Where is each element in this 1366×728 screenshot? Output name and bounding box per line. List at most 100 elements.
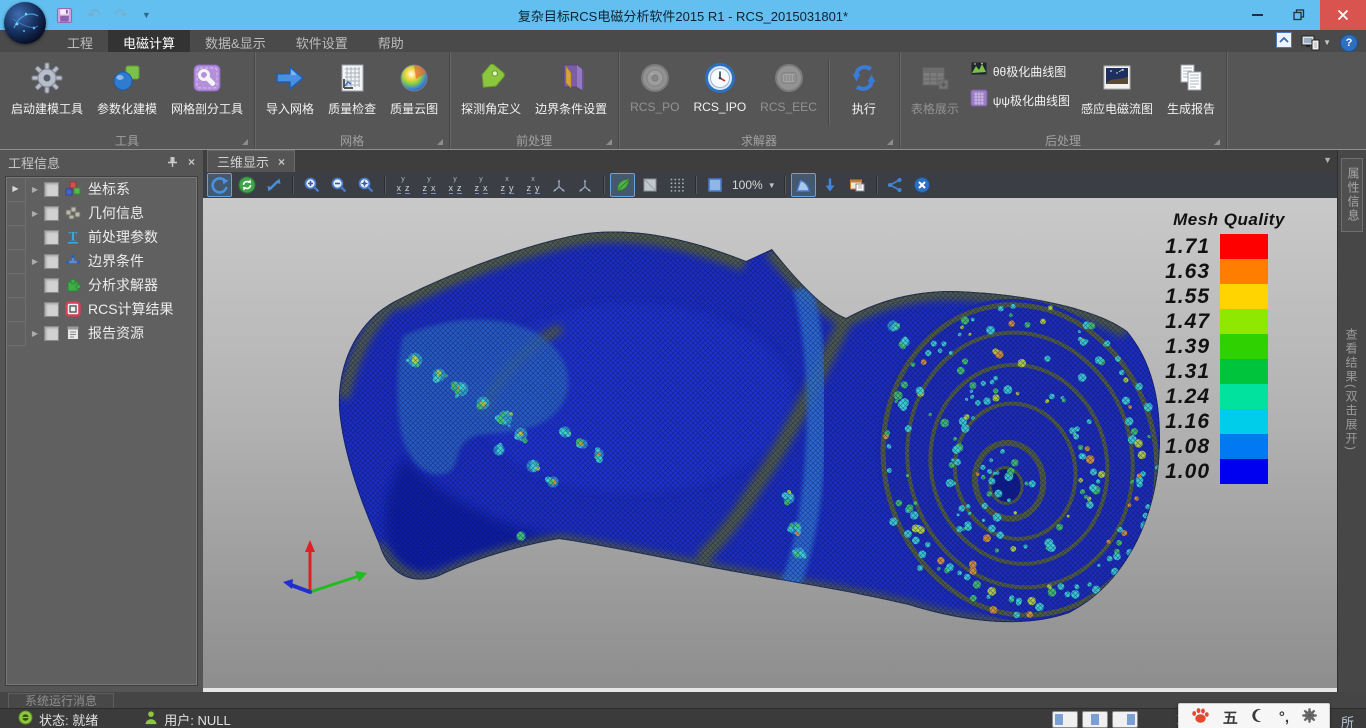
tab-list-dropdown-icon[interactable]: ▼ — [1323, 155, 1332, 165]
viewport-3d[interactable]: Mesh Quality 1.711.631.551.471.391.311.2… — [203, 198, 1338, 692]
view-orientation-5[interactable]: xzy — [495, 175, 519, 196]
share-flow-icon[interactable] — [883, 173, 908, 197]
menu-tab-4[interactable]: 软件设置 — [281, 30, 363, 52]
item-checkbox[interactable] — [44, 302, 59, 317]
tree-item-1[interactable]: ▶▶坐标系 — [6, 177, 197, 201]
close-circle-icon[interactable] — [910, 173, 935, 197]
expand-arrow-icon[interactable]: ▶ — [26, 209, 44, 218]
view-orientation-4[interactable]: yzx — [469, 175, 493, 196]
shade-leaf-icon[interactable] — [610, 173, 635, 197]
ime-settings-gear-icon[interactable] — [1302, 708, 1317, 726]
zoom-select-icon[interactable] — [702, 173, 727, 197]
ribbon-button--极化曲线图[interactable]: ψψ极化曲线图 — [970, 89, 1070, 112]
ime-mode-label[interactable]: 五 — [1223, 707, 1238, 728]
minimize-button[interactable] — [1236, 0, 1278, 30]
expand-arrow-icon[interactable]: ▶ — [26, 185, 44, 194]
ribbon-button-执行[interactable]: 执行 — [833, 54, 895, 119]
menu-tab-2[interactable]: 电磁计算 — [108, 30, 190, 52]
row-selector[interactable]: ▶ — [6, 177, 26, 202]
group-expand-icon[interactable] — [887, 139, 893, 145]
view-orientation-2[interactable]: yzx — [417, 175, 441, 196]
layout-right-button[interactable] — [1112, 711, 1138, 728]
view-orientation-6[interactable]: xzy — [521, 175, 545, 196]
row-selector[interactable] — [6, 297, 26, 322]
menu-tab-1[interactable]: 工程 — [52, 30, 108, 52]
ime-halfwidth-moon-icon[interactable] — [1251, 708, 1266, 726]
ime-toolbar[interactable]: 五 °, — [1178, 703, 1330, 728]
layout-left-button[interactable] — [1052, 711, 1078, 728]
app-logo-icon[interactable] — [4, 2, 46, 44]
view-orientation-3[interactable]: yxz — [443, 175, 467, 196]
group-expand-icon[interactable] — [606, 139, 612, 145]
item-checkbox[interactable] — [44, 326, 59, 341]
expand-arrow-icon[interactable]: ▶ — [26, 257, 44, 266]
item-checkbox[interactable] — [44, 254, 59, 269]
ribbon-button--极化曲线图[interactable]: θθ极化曲线图 — [970, 60, 1070, 83]
row-selector[interactable] — [6, 273, 26, 298]
view-orientation-7[interactable] — [547, 175, 571, 196]
ribbon-button-rcs-ipo[interactable]: RCS_IPO — [686, 54, 753, 116]
view-results-label[interactable]: 查看结果(双击展开) — [1343, 328, 1360, 452]
tree-item-4[interactable]: ▶边界条件 — [6, 249, 197, 273]
group-expand-icon[interactable] — [1214, 139, 1220, 145]
zoom-in-icon[interactable] — [299, 173, 324, 197]
row-selector[interactable] — [6, 201, 26, 226]
ribbon-button-参数化建模[interactable]: 参数化建模 — [90, 54, 164, 119]
ribbon-button-启动建模工具[interactable]: 启动建模工具 — [4, 54, 90, 119]
layout-center-button[interactable] — [1082, 711, 1108, 728]
tree-item-2[interactable]: ▶几何信息 — [6, 201, 197, 225]
tree-item-6[interactable]: RCS计算结果 — [6, 297, 197, 321]
row-selector[interactable] — [6, 225, 26, 250]
tree-item-5[interactable]: 分析求解器 — [6, 273, 197, 297]
tab-property-info[interactable]: 属性信息 — [1341, 158, 1363, 232]
ribbon-button-质量云图[interactable]: 质量云图 — [383, 54, 445, 119]
ribbon-button-感应电磁流图[interactable]: 感应电磁流图 — [1074, 54, 1160, 119]
arrow-down-icon[interactable] — [818, 173, 843, 197]
zoom-out-icon[interactable] — [326, 173, 351, 197]
rotate-tool-icon[interactable] — [207, 173, 232, 197]
zoom-level-value[interactable]: 100% — [732, 178, 763, 192]
item-checkbox[interactable] — [44, 206, 59, 221]
item-checkbox[interactable] — [44, 278, 59, 293]
menu-tab-3[interactable]: 数据&显示 — [190, 30, 281, 52]
shade-flat-icon[interactable] — [637, 173, 662, 197]
ribbon-button-表格展示[interactable]: 表格展示 — [904, 54, 966, 119]
view-orientation-1[interactable]: yxz — [391, 175, 415, 196]
collapse-ribbon-icon[interactable] — [1276, 32, 1292, 53]
display-config-icon[interactable]: ▼ — [1301, 35, 1331, 51]
item-checkbox[interactable] — [44, 230, 59, 245]
view-orientation-8[interactable] — [573, 175, 597, 196]
panel-close-icon[interactable]: × — [188, 155, 195, 169]
pin-icon[interactable] — [167, 156, 178, 168]
group-expand-icon[interactable] — [437, 139, 443, 145]
ribbon-button-生成报告[interactable]: 生成报告 — [1160, 54, 1222, 119]
ime-baidu-paw-icon[interactable] — [1191, 707, 1210, 727]
ribbon-button-导入网格[interactable]: 导入网格 — [259, 54, 321, 119]
ribbon-button-探测角定义[interactable]: 探测角定义 — [454, 54, 528, 119]
restore-button[interactable] — [1278, 0, 1320, 30]
ribbon-button-质量检查[interactable]: 质量检查 — [321, 54, 383, 119]
sync-icon[interactable] — [234, 173, 259, 197]
item-checkbox[interactable] — [44, 182, 59, 197]
ribbon-button-网格剖分工具[interactable]: 网格剖分工具 — [164, 54, 250, 119]
menu-tab-5[interactable]: 帮助 — [363, 30, 419, 52]
group-expand-icon[interactable] — [242, 139, 248, 145]
row-selector[interactable] — [6, 321, 26, 346]
ime-punctuation-label[interactable]: °, — [1279, 709, 1289, 726]
zoom-fit-icon[interactable] — [353, 173, 378, 197]
close-button[interactable] — [1320, 0, 1366, 30]
zoom-dropdown-icon[interactable]: ▼ — [768, 181, 776, 190]
ribbon-button-rcs-po[interactable]: RCS_PO — [623, 54, 686, 116]
sector-icon[interactable] — [791, 173, 816, 197]
row-selector[interactable] — [6, 249, 26, 274]
tab-close-icon[interactable]: × — [278, 155, 285, 169]
wireframe-grid-icon[interactable] — [664, 173, 689, 197]
capture-window-icon[interactable] — [845, 173, 870, 197]
help-icon[interactable]: ? — [1340, 34, 1358, 52]
tab-system-messages[interactable]: 系统运行消息 — [8, 693, 114, 709]
tree-item-7[interactable]: ▶报告资源 — [6, 321, 197, 345]
expand-arrow-icon[interactable]: ▶ — [26, 329, 44, 338]
tree-item-3[interactable]: T前处理参数 — [6, 225, 197, 249]
ribbon-button-边界条件设置[interactable]: 边界条件设置 — [528, 54, 614, 119]
ribbon-button-rcs-eec[interactable]: RCS_EEC — [753, 54, 824, 116]
